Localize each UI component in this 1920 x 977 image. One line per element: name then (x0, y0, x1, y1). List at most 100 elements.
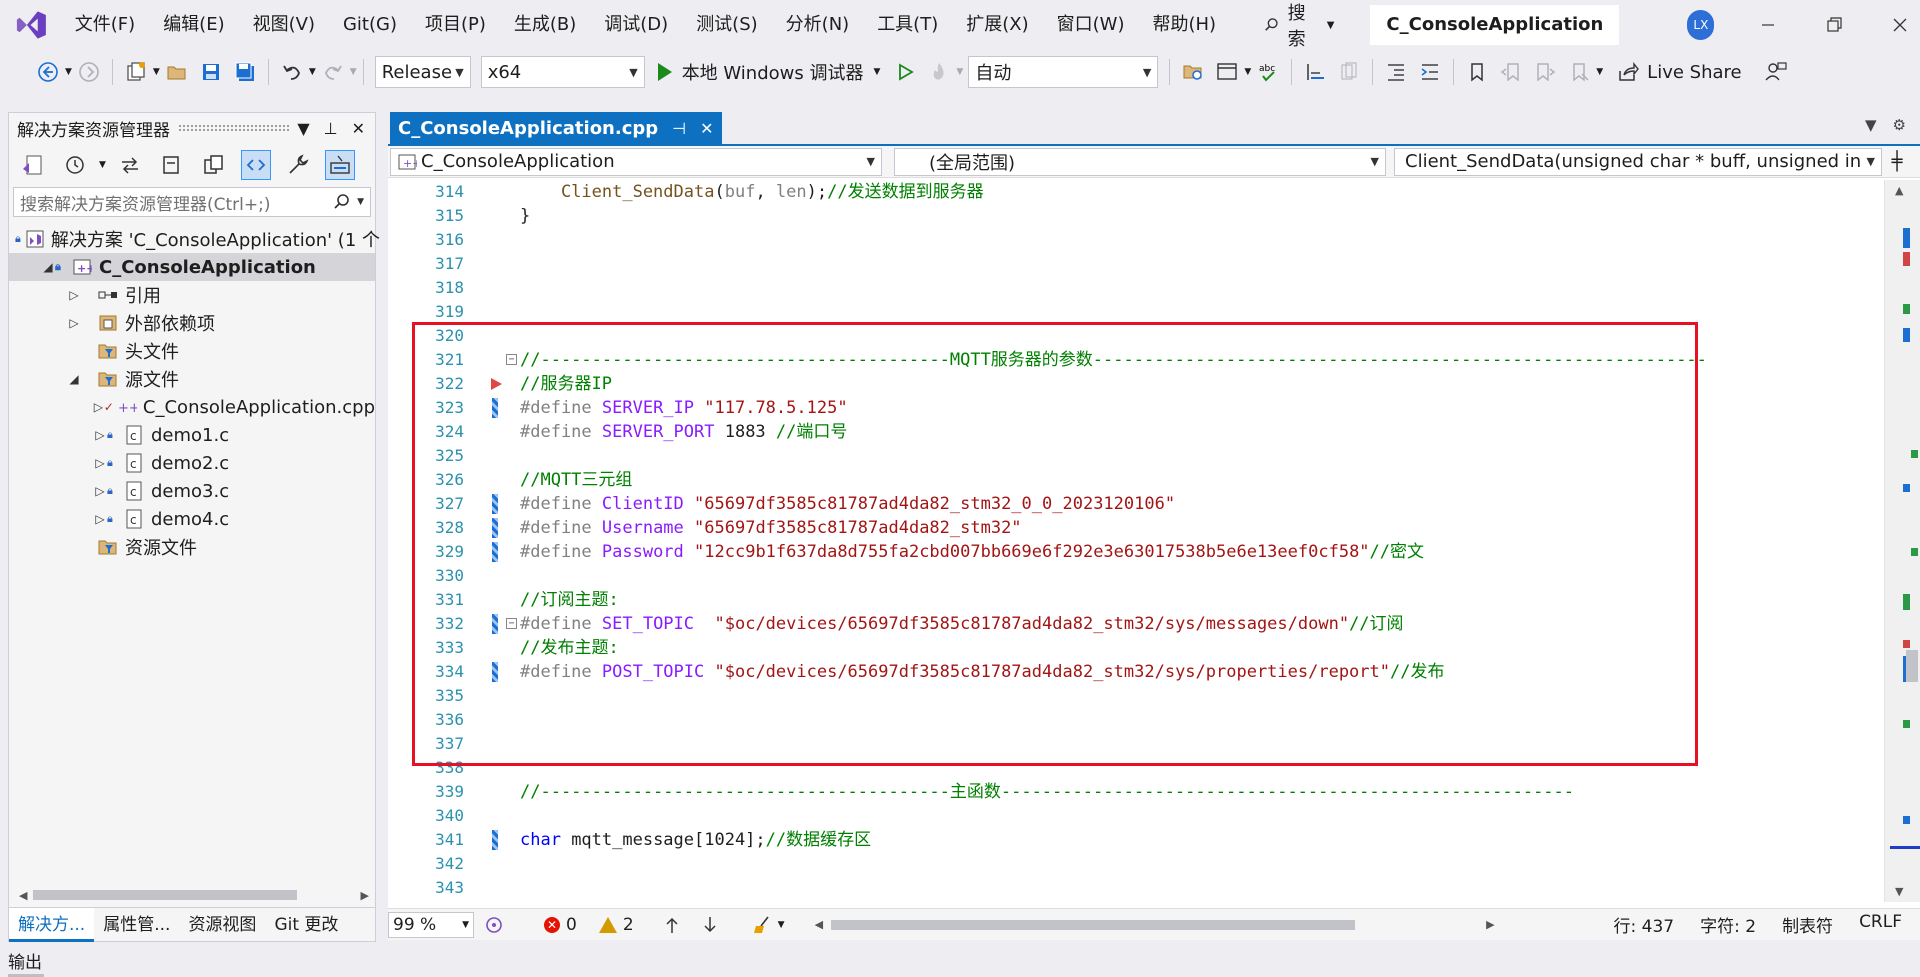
tree-item[interactable]: ▷ 🔒︎ c demo1.c (9, 421, 375, 449)
collapse-all-button[interactable] (157, 150, 187, 180)
chevron-down-icon[interactable]: ▼ (956, 67, 963, 77)
breakpoint-arrow-icon[interactable] (491, 378, 502, 390)
scroll-right-icon[interactable]: ▶ (361, 889, 369, 902)
scrollbar-thumb[interactable] (831, 919, 1356, 930)
toggle-bookmark-button[interactable] (1463, 58, 1491, 86)
code-line[interactable]: 326 //MQTT三元组 (388, 468, 1882, 492)
tree-item[interactable]: 资源文件 (9, 533, 375, 561)
search-button[interactable]: 搜索 ▼ (1254, 3, 1344, 50)
panel-menu-icon[interactable]: ▼ (297, 119, 309, 138)
code-line[interactable]: 332 − #define SET_TOPIC "$oc/devices/65697… (388, 612, 1882, 636)
code-line[interactable]: 318 (388, 276, 1882, 300)
clear-bookmarks-button[interactable] (1565, 58, 1593, 86)
code-cleanup-button[interactable]: ▼ (752, 915, 785, 935)
expander-icon[interactable]: ▷ (67, 316, 81, 330)
code-line[interactable]: 330 (388, 564, 1882, 588)
spell-check-button[interactable]: abc (1254, 58, 1282, 86)
avatar[interactable]: LX (1687, 10, 1715, 40)
chevron-down-icon[interactable]: ▼ (1244, 67, 1251, 77)
properties-button[interactable] (283, 150, 313, 180)
expander-icon[interactable]: ▷ (93, 456, 107, 470)
code-line[interactable]: 321 −//----------------------------------… (388, 348, 1882, 372)
expander-icon[interactable]: ▷ (93, 512, 107, 526)
collapse-icon[interactable]: − (506, 354, 517, 365)
tree-item[interactable]: ▷ ✓ ++ C_ConsoleApplication.cpp (9, 393, 375, 421)
tree-item[interactable]: 🔒︎ 解决方案 'C_ConsoleApplication' (1 个 (9, 225, 380, 253)
code-line[interactable]: 322 //服务器IP (388, 372, 1882, 396)
back-button[interactable] (34, 58, 62, 86)
panel-tab[interactable]: 解决方... (9, 907, 95, 942)
menu-item[interactable]: 项目(P) (411, 8, 500, 42)
scope-select[interactable]: (全局范围) ▼ (894, 147, 1386, 176)
previous-bookmark-button[interactable] (1497, 58, 1525, 86)
horizontal-scrollbar[interactable]: ◀ ▶ (19, 887, 369, 903)
code-line[interactable]: 324 #define SERVER_PORT 1883 //端口号 (388, 420, 1882, 444)
menu-item[interactable]: 分析(N) (772, 8, 864, 42)
expander-icon[interactable]: ▷ (93, 400, 104, 414)
tree-item[interactable]: ◢ 源文件 (9, 365, 375, 393)
chevron-down-icon[interactable]: ▼ (99, 160, 106, 170)
chevron-down-icon[interactable]: ▼ (357, 197, 364, 207)
split-window-button[interactable]: ╪ (1882, 151, 1912, 172)
menu-item[interactable]: 工具(T) (863, 8, 952, 42)
chevron-down-icon[interactable]: ▼ (350, 67, 357, 77)
scrollbar-thumb[interactable] (1906, 650, 1918, 682)
code-text-area[interactable]: 314 Client_SendData(buf, len);//发送数据到服务器… (388, 180, 1882, 902)
close-icon[interactable]: ✕ (352, 119, 365, 138)
visual-studio-logo-icon[interactable] (16, 8, 47, 42)
line-number[interactable]: 行: 437 (1614, 912, 1675, 937)
column-number[interactable]: 字符: 2 (1700, 912, 1756, 937)
save-all-button[interactable] (231, 58, 259, 86)
code-line[interactable]: 338 (388, 756, 1882, 780)
pending-changes-filter-button[interactable] (60, 150, 90, 180)
next-issue-button[interactable] (702, 916, 718, 934)
horizontal-scrollbar[interactable]: ◀ ▶ (815, 918, 1495, 931)
layout-button[interactable] (1213, 58, 1241, 86)
tree-item[interactable]: 头文件 (9, 337, 375, 365)
switch-views-button[interactable] (18, 150, 48, 180)
menu-item[interactable]: 文件(F) (61, 8, 149, 42)
insert-snippet-button[interactable] (1301, 58, 1329, 86)
line-ending[interactable]: CRLF (1859, 912, 1902, 937)
feedback-button[interactable] (1762, 58, 1790, 86)
menu-item[interactable]: 帮助(H) (1138, 8, 1230, 42)
member-select[interactable]: Client_SendData(unsigned char * buff, un… (1394, 147, 1882, 176)
menu-item[interactable]: 编辑(E) (149, 8, 238, 42)
scroll-left-icon[interactable]: ◀ (19, 889, 27, 902)
warning-count[interactable]: 2 (598, 915, 634, 935)
output-panel-tab[interactable]: 输出 (8, 948, 42, 973)
error-count[interactable]: ✕ 0 (544, 915, 577, 935)
menu-item[interactable]: 生成(B) (500, 8, 590, 42)
pin-icon[interactable]: ⊣ (672, 119, 686, 138)
project-select[interactable]: ++ C_ConsoleApplication ▼ (390, 147, 882, 176)
code-line[interactable]: 325 (388, 444, 1882, 468)
tree-item[interactable]: ▷ 🔒︎ c demo2.c (9, 449, 375, 477)
menu-item[interactable]: 测试(S) (682, 8, 771, 42)
previous-issue-button[interactable] (664, 916, 680, 934)
configuration-select[interactable]: Release ▼ (374, 56, 471, 88)
tree-item[interactable]: ▷ 外部依赖项 (9, 309, 375, 337)
preview-selected-button[interactable] (240, 150, 271, 180)
close-button[interactable] (1880, 5, 1920, 45)
preview-toggle-button[interactable] (324, 150, 355, 180)
code-line[interactable]: 329 #define Password "12cc9b1f637da8d755f… (388, 540, 1882, 564)
undo-button[interactable] (278, 58, 306, 86)
outdent-button[interactable] (1382, 58, 1410, 86)
expander-icon[interactable]: ◢ (41, 260, 55, 274)
document-tab[interactable]: C_ConsoleApplication.cpp ⊣ ✕ (390, 112, 722, 144)
chevron-down-icon[interactable]: ▼ (1596, 67, 1603, 77)
solution-search-input[interactable]: 搜索解决方案资源管理器(Ctrl+;) ▼ (13, 187, 371, 217)
code-line[interactable]: 323 #define SERVER_IP "117.78.5.125" (388, 396, 1882, 420)
menu-item[interactable]: Git(G) (329, 8, 411, 42)
code-line[interactable]: 343 (388, 876, 1882, 900)
find-in-files-button[interactable] (1179, 58, 1207, 86)
tree-item[interactable]: ▷ 引用 (9, 281, 375, 309)
tree-item[interactable]: ◢ 🔒︎ ++ C_ConsoleApplication (9, 253, 375, 281)
code-line[interactable]: 335 (388, 684, 1882, 708)
start-without-debugging-button[interactable] (891, 58, 919, 86)
code-line[interactable]: 328 #define Username "65697df3585c81787ad… (388, 516, 1882, 540)
platform-select[interactable]: x64 ▼ (480, 56, 645, 88)
chevron-down-icon[interactable]: ▼ (309, 67, 316, 77)
collapse-icon[interactable]: − (506, 618, 517, 629)
scroll-down-icon[interactable]: ▼ (1895, 885, 1903, 898)
